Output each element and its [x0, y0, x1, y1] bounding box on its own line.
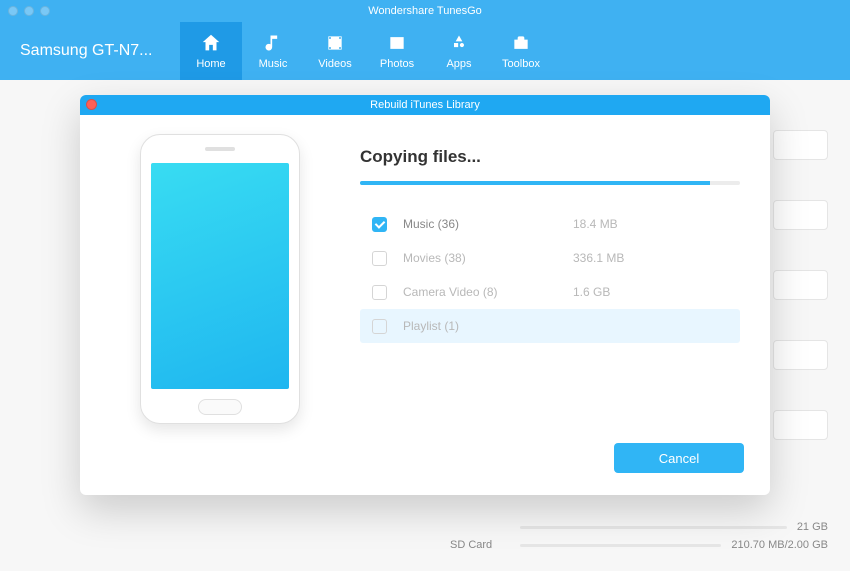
file-row-camera-video[interactable]: Camera Video (8) 1.6 GB [360, 275, 740, 309]
checkbox-icon[interactable] [372, 319, 387, 334]
progress-fill [360, 181, 710, 185]
storage-bar [520, 544, 721, 547]
nav-label: Videos [318, 58, 351, 70]
file-name: Music (36) [403, 217, 573, 231]
close-icon[interactable] [86, 99, 97, 110]
file-row-movies[interactable]: Movies (38) 336.1 MB [360, 241, 740, 275]
checkbox-icon[interactable] [372, 217, 387, 232]
bg-panel-stub [773, 340, 828, 370]
music-icon [262, 32, 284, 54]
nav-label: Photos [380, 58, 414, 70]
modal-body: Copying files... Music (36) 18.4 MB Movi… [80, 115, 770, 443]
checkbox-icon[interactable] [372, 251, 387, 266]
app-title: Wondershare TunesGo [368, 5, 482, 17]
main-titlebar: Wondershare TunesGo [0, 0, 850, 22]
toolbox-icon [510, 32, 532, 54]
nav-label: Toolbox [502, 58, 540, 70]
checkbox-icon[interactable] [372, 285, 387, 300]
bg-panel-stub [773, 270, 828, 300]
bg-panel-stub [773, 410, 828, 440]
home-icon [200, 32, 222, 54]
nav-label: Music [259, 58, 288, 70]
bg-panel-stub [773, 200, 828, 230]
storage-row-sd: SD Card 210.70 MB/2.00 GB [450, 539, 828, 551]
nav-toolbox[interactable]: Toolbox [490, 22, 552, 80]
traffic-max-icon[interactable] [40, 6, 50, 16]
phone-speaker [205, 147, 235, 151]
nav-apps[interactable]: Apps [428, 22, 490, 80]
storage-value: 210.70 MB/2.00 GB [731, 539, 828, 551]
traffic-min-icon[interactable] [24, 6, 34, 16]
progress-bar [360, 181, 740, 185]
phone-frame [140, 134, 300, 424]
file-size: 336.1 MB [573, 251, 624, 265]
modal-footer: Cancel [80, 443, 770, 495]
file-name: Playlist (1) [403, 319, 573, 333]
file-name: Camera Video (8) [403, 285, 573, 299]
modal-content: Copying files... Music (36) 18.4 MB Movi… [360, 115, 770, 443]
phone-screen [151, 163, 289, 389]
file-list: Music (36) 18.4 MB Movies (38) 336.1 MB … [360, 207, 740, 343]
modal-titlebar: Rebuild iTunes Library [80, 95, 770, 115]
modal-title-text: Rebuild iTunes Library [370, 99, 480, 111]
nav-music[interactable]: Music [242, 22, 304, 80]
videos-icon [324, 32, 346, 54]
nav-home[interactable]: Home [180, 22, 242, 80]
storage-bar [520, 526, 787, 529]
nav-photos[interactable]: Photos [366, 22, 428, 80]
window-traffic-lights [8, 6, 50, 16]
nav-label: Home [196, 58, 225, 70]
rebuild-itunes-modal: Rebuild iTunes Library Copying files... … [80, 95, 770, 495]
storage-label: SD Card [450, 539, 510, 551]
storage-summary: 21 GB SD Card 210.70 MB/2.00 GB [450, 515, 828, 551]
nav-label: Apps [446, 58, 471, 70]
device-dropdown[interactable]: Samsung GT-N7... [0, 42, 180, 60]
apps-icon [448, 32, 470, 54]
phone-illustration [80, 115, 360, 443]
bg-panel-stub [773, 130, 828, 160]
modal-heading: Copying files... [360, 147, 740, 167]
file-name: Movies (38) [403, 251, 573, 265]
nav-videos[interactable]: Videos [304, 22, 366, 80]
file-size: 1.6 GB [573, 285, 610, 299]
storage-value: 21 GB [797, 521, 828, 533]
file-size: 18.4 MB [573, 217, 618, 231]
file-row-music[interactable]: Music (36) 18.4 MB [360, 207, 740, 241]
photos-icon [386, 32, 408, 54]
phone-home-button [198, 399, 242, 415]
file-row-playlist[interactable]: Playlist (1) [360, 309, 740, 343]
traffic-close-icon[interactable] [8, 6, 18, 16]
storage-row-internal: 21 GB [450, 521, 828, 533]
cancel-button[interactable]: Cancel [614, 443, 744, 473]
main-nav: Samsung GT-N7... Home Music Videos Photo… [0, 22, 850, 80]
